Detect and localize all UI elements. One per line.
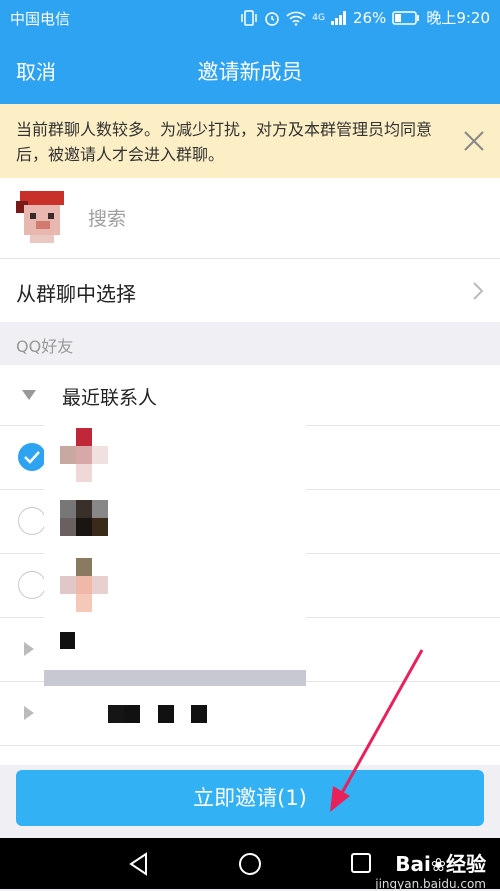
status-icons: 4G 26% 晚上9:20: [240, 7, 490, 28]
title-bar: 取消 邀请新成员: [0, 34, 500, 104]
redacted-avatar: [76, 518, 92, 536]
triangle-right-icon: [24, 706, 34, 720]
redacted-avatar: [76, 464, 92, 482]
redacted-avatar: [76, 446, 92, 464]
recent-contacts-header[interactable]: 最近联系人: [0, 365, 500, 426]
close-icon[interactable]: [462, 129, 486, 153]
chevron-right-icon: [473, 282, 484, 300]
redacted-bar: [44, 670, 306, 686]
battery-icon: [392, 10, 420, 25]
redacted-avatar: [92, 518, 108, 536]
triangle-right-icon: [24, 642, 34, 656]
checkbox[interactable]: [18, 571, 46, 599]
page-title: 邀请新成员: [197, 60, 303, 84]
notice-text: 当前群聊人数较多。为减少打扰，对方及本群管理员均同意后，被邀请人才会进入群聊。: [16, 120, 433, 164]
home-icon[interactable]: [238, 852, 262, 876]
redacted-avatar: [76, 558, 92, 576]
checkbox[interactable]: [18, 507, 46, 535]
search-row: [0, 178, 500, 259]
bottom-bar: 立即邀请(1): [0, 765, 500, 838]
watermark: Bai❀经验 jingyan.baidu.com: [375, 848, 486, 891]
redacted-avatar: [76, 594, 92, 612]
alarm-icon: [265, 11, 280, 26]
group-name-pixels: [108, 705, 124, 723]
clock: 晚上9:20: [426, 9, 490, 27]
redacted-avatar: [76, 500, 92, 518]
nav-bar: Bai❀经验 jingyan.baidu.com: [0, 838, 500, 891]
redacted-avatar: [60, 576, 76, 594]
redacted-block: [60, 632, 75, 649]
redacted-overlay: [44, 424, 306, 686]
triangle-down-icon: [22, 390, 36, 400]
wifi-icon: [286, 11, 306, 26]
check-icon: [23, 450, 40, 464]
redacted-avatar: [76, 576, 92, 594]
paw-icon: ❀: [430, 855, 446, 876]
notice-banner: 当前群聊人数较多。为减少打扰，对方及本群管理员均同意后，被邀请人才会进入群聊。: [0, 104, 500, 178]
vibrate-icon: [241, 9, 258, 26]
redacted-avatar: [76, 428, 92, 446]
group-name-pixels: [191, 705, 207, 723]
select-from-group-row[interactable]: 从群聊中选择: [0, 259, 500, 322]
status-bar: 中国电信 4G 26% 晚上9:20: [0, 0, 500, 34]
search-input[interactable]: [86, 203, 470, 235]
group-name-pixels: [124, 705, 140, 723]
group-name-pixels: [158, 705, 174, 723]
redacted-avatar: [60, 500, 76, 518]
redacted-avatar: [92, 500, 108, 518]
redacted-avatar: [60, 446, 76, 464]
friend-group-row[interactable]: [0, 682, 500, 746]
recent-contacts-label: 最近联系人: [62, 387, 158, 409]
signal-icon: [330, 10, 346, 25]
carrier-label: 中国电信: [10, 10, 71, 28]
section-label: QQ好友: [16, 337, 74, 356]
watermark-sub: 经验: [446, 852, 486, 876]
back-icon[interactable]: [128, 852, 150, 876]
battery-percent: 26%: [352, 8, 387, 27]
recents-icon[interactable]: [350, 852, 372, 874]
avatar: [16, 191, 64, 243]
network-type: 4G: [312, 12, 325, 23]
checkbox[interactable]: [18, 443, 46, 471]
redacted-avatar: [92, 446, 108, 464]
watermark-brand: Bai: [395, 852, 431, 876]
invite-button[interactable]: 立即邀请(1): [16, 770, 484, 826]
redacted-avatar: [60, 518, 76, 536]
redacted-avatar: [92, 576, 108, 594]
select-from-group-label: 从群聊中选择: [16, 282, 136, 306]
